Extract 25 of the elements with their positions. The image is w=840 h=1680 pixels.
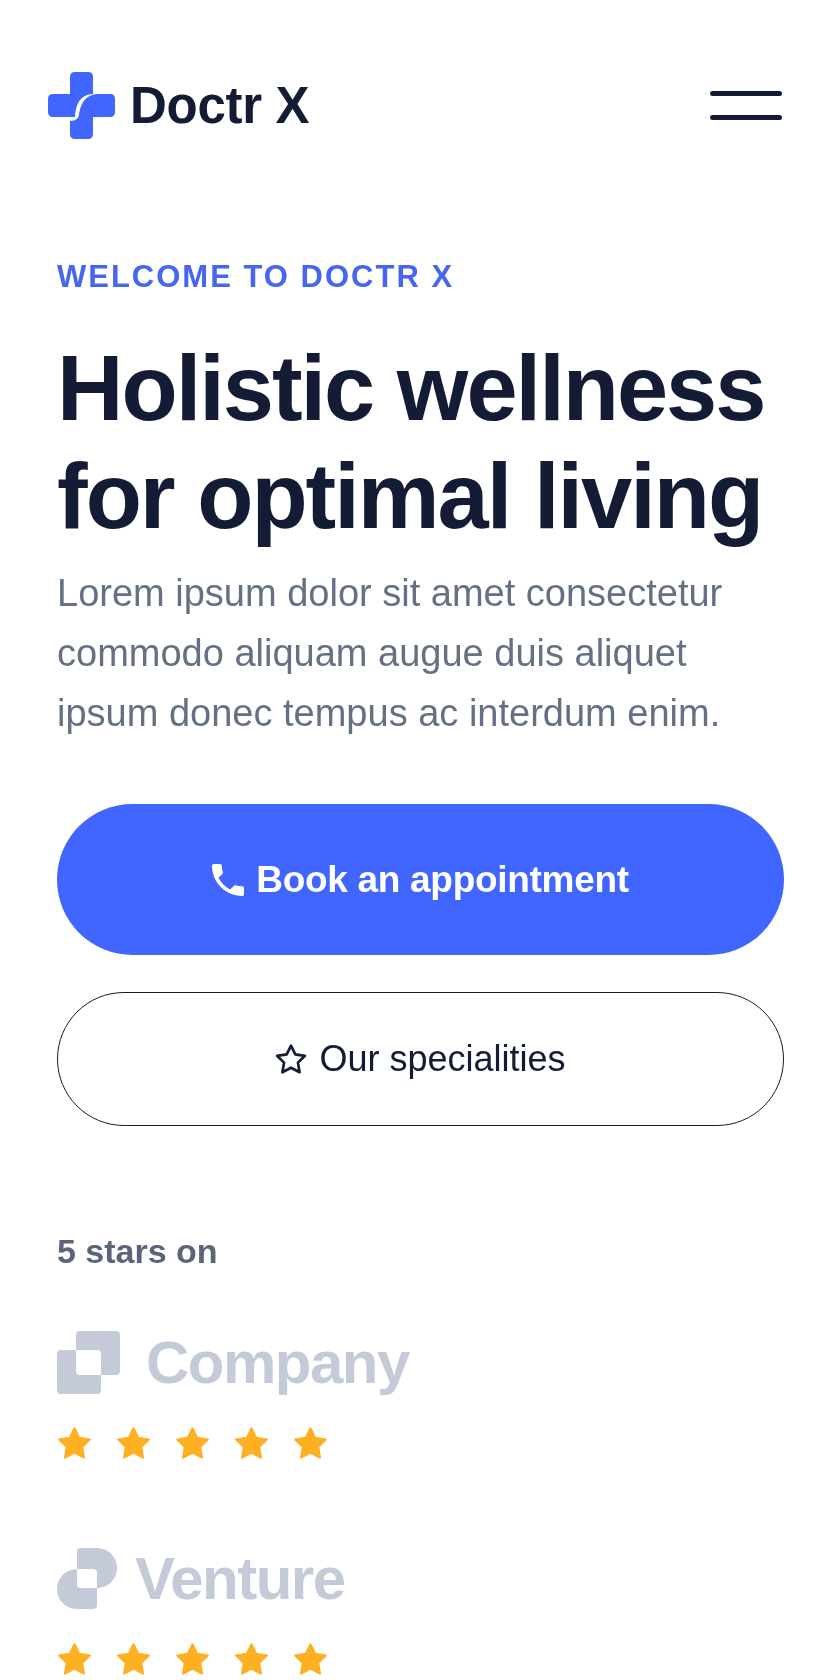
star-icon xyxy=(175,1426,210,1460)
specialities-button[interactable]: Our specialities xyxy=(57,992,784,1126)
appointment-button[interactable]: Book an appointment xyxy=(57,804,784,955)
squares-logo-icon xyxy=(57,1331,120,1394)
platform-name: Company xyxy=(146,1332,409,1393)
star-icon xyxy=(175,1642,210,1676)
ratings-heading: 5 stars on xyxy=(57,1231,219,1271)
eyebrow-text: WELCOME TO DOCTR X xyxy=(57,259,456,295)
hero-heading: Holistic wellness for optimal living xyxy=(57,336,766,549)
star-icon xyxy=(116,1426,151,1460)
star-icon xyxy=(234,1426,269,1460)
star-icon xyxy=(293,1642,328,1676)
platform-name: Venture xyxy=(135,1548,345,1609)
hero-description: Lorem ipsum dolor sit amet consectetur commodo aliquam augue duis aliquet ipsum donec tempus ac interdum enim. xyxy=(57,571,724,736)
phone-icon xyxy=(212,863,245,896)
plus-logo-icon xyxy=(48,72,115,139)
star-icon xyxy=(116,1642,151,1676)
star-icon xyxy=(57,1426,92,1460)
star-icon xyxy=(57,1642,92,1676)
rounded-shapes-logo-icon xyxy=(57,1548,117,1609)
star-icon xyxy=(275,1043,308,1075)
menu-icon xyxy=(710,91,782,120)
brand-name: Doctr X xyxy=(130,80,310,131)
star-icon xyxy=(234,1642,269,1676)
star-icon xyxy=(293,1426,328,1460)
